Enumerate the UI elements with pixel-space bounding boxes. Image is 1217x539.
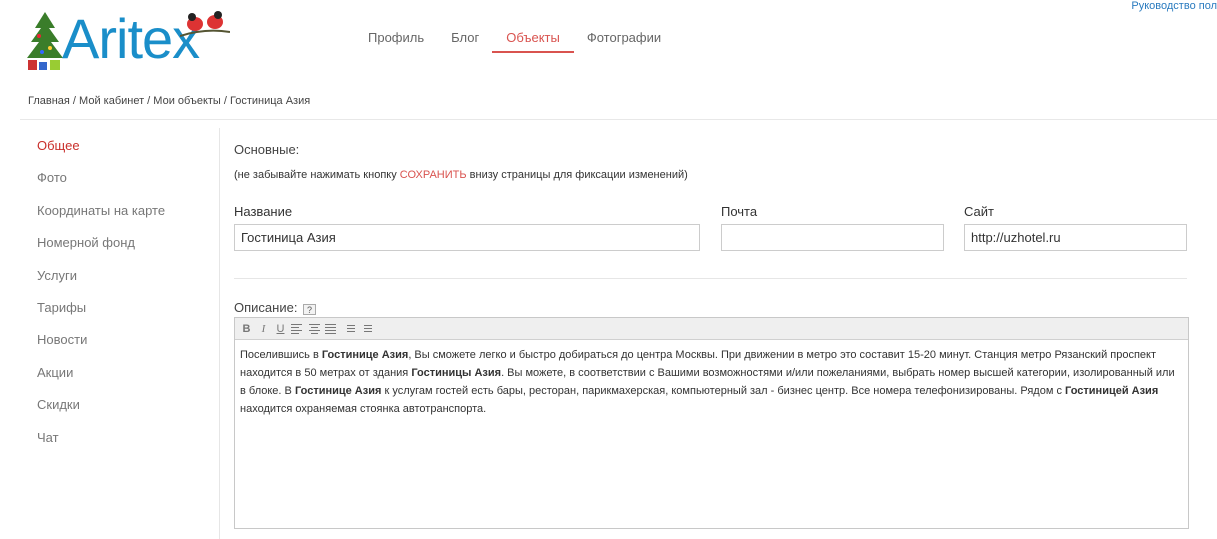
desc-segment: находится охраняемая стоянка автотранспо… [240, 403, 487, 415]
sidebar-item-discounts[interactable]: Скидки [22, 387, 219, 419]
sidebar-item-chat[interactable]: Чат [22, 420, 219, 452]
hint-text-before: (не забывайте нажимать кнопку [234, 169, 400, 181]
section-title: Основные: [234, 142, 300, 157]
help-icon[interactable]: ? [303, 304, 317, 315]
sidebar-item-news[interactable]: Новости [22, 322, 219, 354]
manual-link[interactable]: Руководство пол [1131, 0, 1217, 12]
align-left-icon[interactable] [291, 322, 304, 336]
email-label: Почта [721, 204, 758, 219]
save-hint: (не забывайте нажимать кнопку СОХРАНИТЬ … [234, 169, 688, 181]
desc-segment-bold: Гостинице Азия [294, 385, 382, 397]
nav-profile[interactable]: Профиль [368, 30, 424, 53]
desc-segment-bold: Гостиницы Азия [411, 367, 502, 379]
desc-segment-bold: Гостинице Азия [321, 349, 409, 361]
desc-segment-bold: Гостиницей Азия [1065, 385, 1159, 397]
sidebar-item-general[interactable]: Общее [22, 128, 219, 160]
underline-button[interactable]: U [274, 322, 287, 336]
sidebar-item-rates[interactable]: Тарифы [22, 290, 219, 322]
description-textarea[interactable]: Поселившись в Гостинице Азия, Вы сможете… [235, 340, 1188, 424]
align-center-icon[interactable] [308, 322, 321, 336]
nav-photos[interactable]: Фотографии [587, 30, 661, 53]
bullfinch-birds-icon [180, 11, 230, 37]
sidebar: Общее Фото Координаты на карте Номерной … [22, 128, 220, 539]
unordered-list-icon[interactable] [359, 322, 372, 336]
hint-text-after: внизу страницы для фиксации изменений) [466, 169, 688, 181]
logo-text: Aritex [62, 7, 200, 70]
email-field[interactable] [721, 224, 944, 251]
aritex-logo[interactable]: Aritex [24, 7, 234, 74]
name-label: Название [234, 204, 293, 219]
italic-button[interactable]: I [257, 322, 270, 336]
bold-button[interactable]: B [240, 322, 253, 336]
description-editor: B I U Поселившись в Гостинице Азия, Вы с… [234, 317, 1189, 529]
sidebar-item-rooms[interactable]: Номерной фонд [22, 225, 219, 257]
sidebar-item-map-coordinates[interactable]: Координаты на карте [22, 193, 219, 225]
desc-segment: к услугам гостей есть бары, ресторан, па… [381, 385, 1066, 397]
description-label-row: Описание: ? [234, 300, 317, 315]
editor-toolbar: B I U [235, 318, 1188, 340]
christmas-tree-icon [27, 12, 63, 70]
form-divider [234, 278, 1187, 279]
sidebar-item-promotions[interactable]: Акции [22, 355, 219, 387]
hint-save-word: СОХРАНИТЬ [399, 169, 467, 181]
align-justify-icon[interactable] [325, 322, 338, 336]
site-field[interactable] [964, 224, 1187, 251]
name-field[interactable] [234, 224, 700, 251]
sidebar-item-services[interactable]: Услуги [22, 258, 219, 290]
main-nav: Профиль Блог Объекты Фотографии [368, 30, 688, 53]
site-label: Сайт [964, 204, 994, 219]
description-label: Описание: [234, 300, 298, 315]
breadcrumb: Главная / Мой кабинет / Мои объекты / Го… [28, 95, 311, 107]
nav-blog[interactable]: Блог [451, 30, 479, 53]
sidebar-item-photo[interactable]: Фото [22, 160, 219, 192]
header-divider [20, 119, 1217, 120]
nav-objects[interactable]: Объекты [492, 30, 574, 53]
desc-segment: Поселившись в [240, 349, 322, 361]
ordered-list-icon[interactable] [342, 322, 355, 336]
